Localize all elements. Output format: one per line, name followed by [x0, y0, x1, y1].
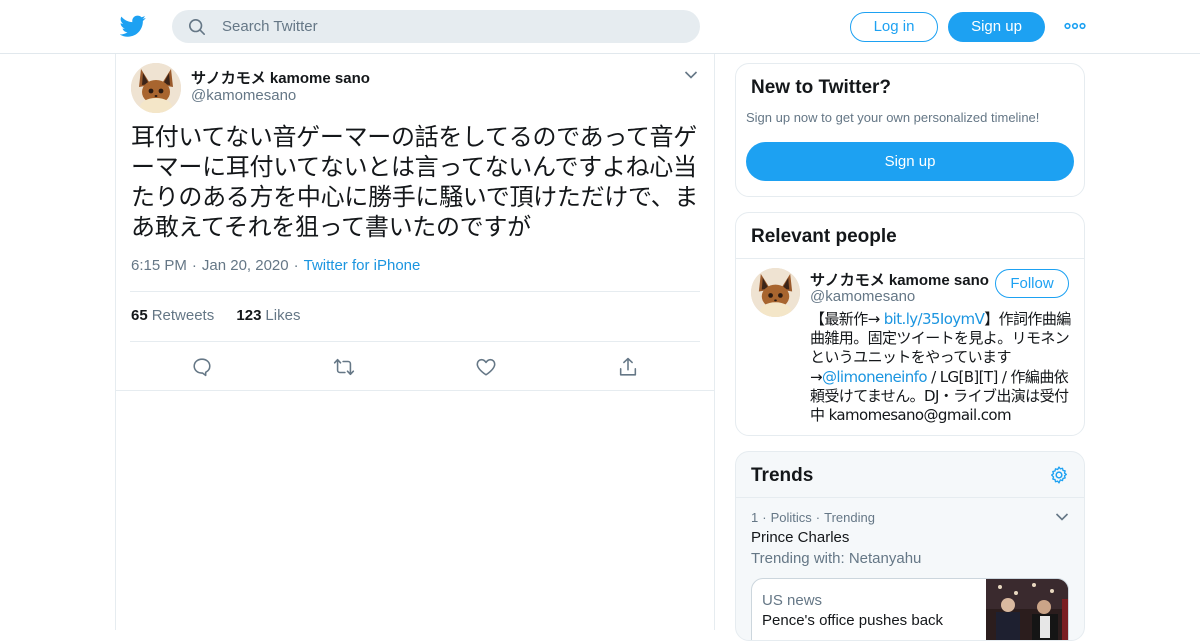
- retweets-stat[interactable]: 65 Retweets: [131, 307, 214, 324]
- author-handle[interactable]: @kamomesano: [191, 87, 296, 104]
- like-icon[interactable]: [475, 356, 497, 378]
- retweet-icon[interactable]: [333, 356, 355, 378]
- trend-name[interactable]: Prince Charles: [751, 529, 849, 546]
- sidebar-signup-button[interactable]: Sign up: [746, 142, 1074, 181]
- divider: [130, 291, 700, 292]
- separator: ·: [762, 510, 767, 525]
- trend-meta: 1 · Politics · Trending: [751, 510, 875, 525]
- likes-count: 123: [236, 307, 262, 324]
- search-icon: [188, 18, 206, 36]
- bio-link[interactable]: bit.ly/35IoymV: [884, 310, 985, 328]
- more-dots-icon[interactable]: [1064, 19, 1086, 33]
- new-to-twitter-subtitle: Sign up now to get your own personalized…: [746, 110, 1040, 125]
- likes-stat[interactable]: 123 Likes: [236, 307, 300, 324]
- search-box[interactable]: [172, 10, 700, 43]
- tweet-time[interactable]: 6:15 PM: [131, 257, 187, 274]
- eevee-avatar-icon: [751, 268, 800, 317]
- trend-with: Trending with: Netanyahu: [751, 550, 922, 567]
- trends-card: Trends 1 · Politics · Trending Prince Charle…: [735, 451, 1085, 641]
- trend-news-card[interactable]: US news Pence's office pushes back: [751, 578, 1069, 640]
- tweet-timestamp: 6:15 PM · Jan 20, 2020 · Twitter for iPhone: [131, 257, 420, 274]
- trend-status: Trending: [824, 510, 875, 525]
- person-display-name[interactable]: サノカモメ kamome sano: [810, 269, 989, 290]
- news-source: US news: [762, 592, 823, 609]
- trend-rank: 1: [751, 510, 759, 525]
- top-navigation-bar: Log in Sign up: [0, 0, 1200, 54]
- avatar[interactable]: [131, 63, 181, 113]
- new-to-twitter-card: New to Twitter? Sign up now to get your …: [735, 63, 1085, 197]
- relevant-people-card: Relevant people サノカモメ kamome sano @kamom…: [735, 212, 1085, 436]
- login-button[interactable]: Log in: [850, 12, 938, 42]
- search-input[interactable]: [222, 10, 682, 43]
- chevron-down-icon[interactable]: [1055, 512, 1069, 522]
- tweet-source-link[interactable]: Twitter for iPhone: [304, 257, 421, 274]
- tweet-stats: 65 Retweets 123 Likes: [131, 307, 300, 324]
- author-display-name[interactable]: サノカモメ kamome sano: [191, 67, 370, 88]
- retweets-label: Retweets: [151, 307, 215, 324]
- reply-icon[interactable]: [191, 356, 213, 378]
- likes-label: Likes: [265, 307, 301, 324]
- tweet-date[interactable]: Jan 20, 2020: [202, 257, 289, 274]
- twitter-bird-icon[interactable]: [120, 13, 146, 39]
- new-to-twitter-title: New to Twitter?: [751, 77, 892, 98]
- divider: [736, 497, 1084, 498]
- separator: ·: [191, 257, 197, 274]
- main-column: サノカモメ kamome sano @kamomesano 耳付いてない音ゲーマ…: [115, 54, 715, 630]
- separator: ·: [815, 510, 821, 525]
- person-handle[interactable]: @kamomesano: [810, 288, 915, 305]
- follow-button[interactable]: Follow: [995, 269, 1069, 298]
- tweet-detail: サノカモメ kamome sano @kamomesano 耳付いてない音ゲーマ…: [116, 54, 714, 391]
- separator: ·: [293, 257, 299, 274]
- trend-category: Politics: [770, 510, 812, 525]
- relevant-people-title: Relevant people: [751, 226, 897, 247]
- gear-icon[interactable]: [1049, 465, 1069, 485]
- avatar[interactable]: [751, 268, 800, 317]
- person-bio: 【最新作→ bit.ly/35IoymV】作詞作曲編曲雑用。固定ツイートを見よ。…: [810, 310, 1075, 425]
- tweet-text: 耳付いてない音ゲーマーの話をしてるのであって音ゲーマーに耳付いてないとは言ってな…: [131, 123, 699, 241]
- divider: [130, 341, 700, 342]
- divider: [736, 258, 1084, 259]
- trends-title: Trends: [751, 465, 814, 486]
- eevee-avatar-icon: [131, 63, 181, 113]
- retweets-count: 65: [131, 307, 148, 324]
- signup-button[interactable]: Sign up: [948, 12, 1045, 42]
- news-headline[interactable]: Pence's office pushes back: [762, 612, 943, 629]
- chevron-down-icon[interactable]: [684, 70, 698, 80]
- news-thumbnail: [986, 579, 1068, 640]
- bio-text: 【最新作→: [810, 310, 884, 328]
- bio-mention-link[interactable]: @limoneneinfo: [822, 368, 928, 386]
- share-icon[interactable]: [617, 356, 639, 378]
